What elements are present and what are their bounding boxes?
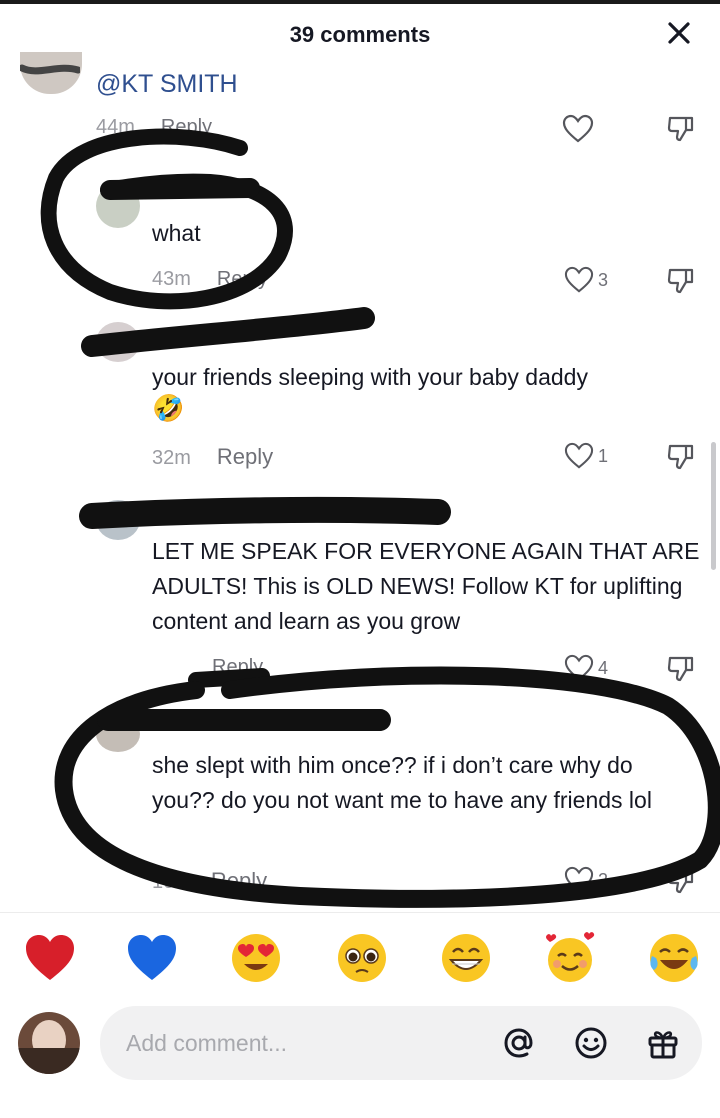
gift-icon[interactable] [644,1024,682,1062]
red-heart-emoji-icon[interactable] [22,930,78,986]
heart-eyes-emoji-icon[interactable] [228,930,284,986]
comment-input[interactable]: Add comment... [100,1006,702,1080]
smiling-face-with-hearts-emoji-icon[interactable] [542,930,598,986]
emoji-reaction-bar [0,930,720,990]
emoji-picker-icon[interactable] [572,1024,610,1062]
tears-of-joy-emoji-icon[interactable] [646,930,702,986]
comment-input-placeholder: Add comment... [126,1030,288,1056]
divider [0,912,720,913]
mention-icon[interactable] [500,1024,538,1062]
blue-heart-emoji-icon[interactable] [124,930,180,986]
user-avatar[interactable] [18,1012,80,1074]
marker-scribbles [40,128,720,908]
scrollbar[interactable] [711,442,716,570]
grinning-face-emoji-icon[interactable] [438,930,494,986]
pleading-face-emoji-icon[interactable] [334,930,390,986]
